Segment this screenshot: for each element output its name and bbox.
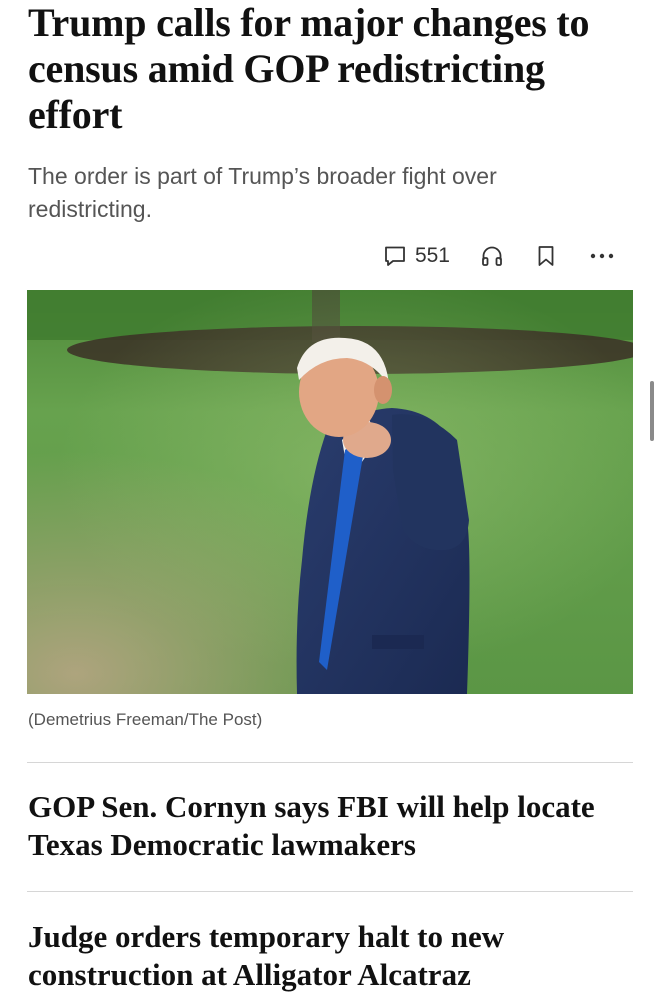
article-page: Trump calls for major changes to census … [0, 0, 660, 1000]
listen-button[interactable] [480, 244, 504, 268]
related-article-link[interactable]: Judge orders temporary halt to new const… [28, 918, 633, 994]
bookmark-icon [534, 244, 558, 268]
article-headline: Trump calls for major changes to census … [28, 0, 590, 137]
article-dek: The order is part of Trump’s broader fig… [28, 163, 497, 222]
comments-button[interactable]: 551 [383, 244, 450, 268]
article-lead-photo [27, 290, 633, 694]
section-divider [27, 762, 633, 763]
scrollbar-thumb[interactable] [650, 381, 654, 441]
article-action-bar: 551 [383, 238, 616, 274]
comment-icon [383, 244, 407, 268]
more-options-button[interactable] [588, 244, 616, 268]
photo-illustration [27, 290, 633, 694]
related-article-link[interactable]: GOP Sen. Cornyn says FBI will help locat… [28, 788, 633, 864]
more-icon [588, 244, 616, 268]
photo-caption: (Demetrius Freeman/The Post) [28, 710, 263, 729]
bookmark-button[interactable] [534, 244, 558, 268]
headphones-icon [480, 244, 504, 268]
comment-count: 551 [414, 244, 450, 267]
section-divider [27, 891, 633, 892]
